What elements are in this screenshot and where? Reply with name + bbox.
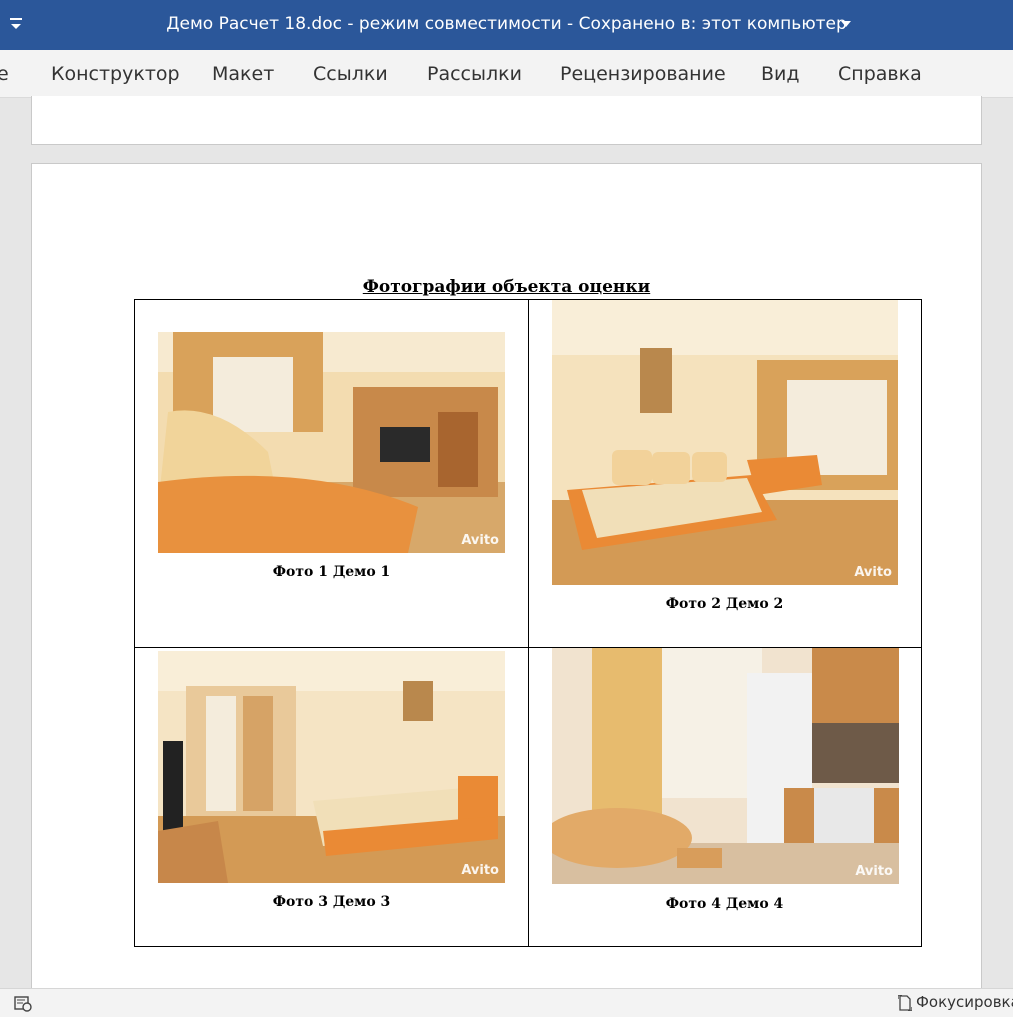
photo-table[interactable]: Avito Фото 1 Демо 1 Avito Фото 2 Демо 2 [134, 299, 922, 947]
photo-watermark: Avito [855, 864, 893, 879]
macro-recording-icon[interactable] [14, 996, 32, 1012]
document-page-previous[interactable] [31, 96, 982, 145]
photo-watermark: Avito [854, 565, 892, 580]
photo-watermark: Avito [461, 863, 499, 878]
chevron-down-icon[interactable] [841, 21, 851, 27]
photo-3[interactable]: Avito [158, 651, 505, 883]
photo-watermark: Avito [461, 533, 499, 548]
photo-caption: Фото 1 Демо 1 [272, 564, 391, 580]
tab-view[interactable]: Вид [761, 63, 800, 85]
tab-review[interactable]: Рецензирование [560, 63, 726, 85]
focus-mode-label: Фокусировка [916, 993, 1013, 1011]
status-bar: Фокусировка [0, 988, 1013, 1017]
focus-mode-button[interactable]: Фокусировка [898, 993, 1013, 1015]
tab-partial[interactable]: е [0, 63, 9, 85]
ribbon-tabs: е Конструктор Макет Ссылки Рассылки Реце… [0, 50, 1013, 98]
document-title[interactable]: Демо Расчет 18.doc - режим совместимости… [0, 14, 1013, 34]
tab-layout[interactable]: Макет [212, 63, 274, 85]
photo-caption: Фото 4 Демо 4 [665, 896, 784, 912]
tab-design[interactable]: Конструктор [51, 63, 180, 85]
section-title: Фотографии объекта оценки [362, 277, 651, 297]
tab-help[interactable]: Справка [838, 63, 922, 85]
photo-caption: Фото 2 Демо 2 [665, 596, 784, 612]
photo-1[interactable]: Avito [158, 332, 505, 553]
photo-caption: Фото 3 Демо 3 [272, 894, 391, 910]
photo-2[interactable]: Avito [552, 300, 898, 585]
tab-mailings[interactable]: Рассылки [427, 63, 522, 85]
focus-mode-icon [898, 994, 912, 1011]
table-divider-vertical [528, 300, 529, 946]
tab-references[interactable]: Ссылки [313, 63, 388, 85]
document-page[interactable]: Фотографии объекта оценки Avito Фото 1 Д… [31, 163, 982, 1005]
photo-4[interactable]: Avito [552, 648, 899, 884]
title-bar: Демо Расчет 18.doc - режим совместимости… [0, 0, 1013, 50]
